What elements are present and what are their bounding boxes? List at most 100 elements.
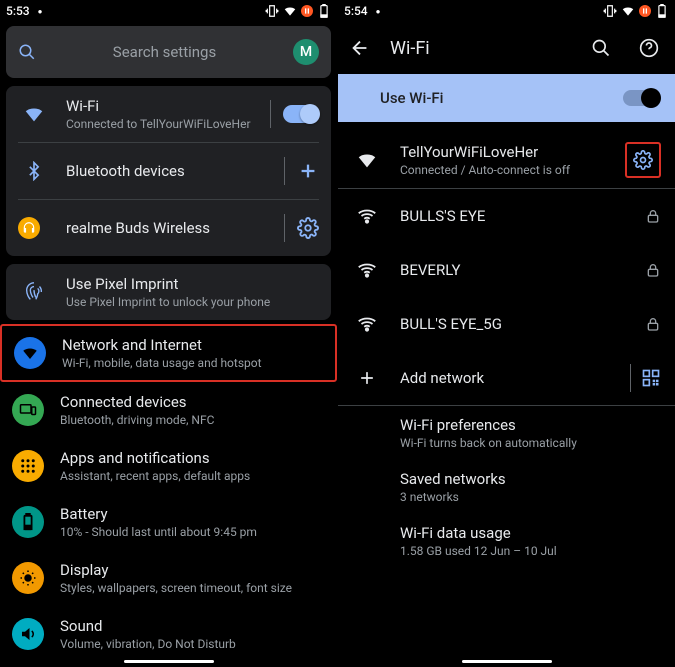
- pixel-imprint-row[interactable]: Use Pixel Imprint Use Pixel Imprint to u…: [6, 264, 331, 320]
- divider: [630, 364, 631, 392]
- wifi-icon: [352, 149, 382, 171]
- headphones-icon: [18, 217, 50, 239]
- status-bar: 5:53 ●: [0, 0, 337, 22]
- settings-item-battery[interactable]: Battery 10% - Should last until about 9:4…: [0, 494, 337, 550]
- add-network-row[interactable]: Add network: [338, 351, 675, 405]
- pause-icon: [301, 5, 313, 17]
- settings-item-title: Sound: [60, 617, 325, 635]
- settings-item-sub: Styles, wallpapers, screen timeout, font…: [60, 581, 325, 595]
- settings-item-sound[interactable]: Sound Volume, vibration, Do Not Disturb: [0, 606, 337, 662]
- wifi-toggle[interactable]: [283, 105, 319, 123]
- network-ssid: BULL'S EYE_5G: [400, 315, 645, 333]
- titlebar: Wi-Fi: [338, 22, 675, 74]
- network-settings-button[interactable]: [625, 142, 661, 178]
- wifi-icon: [18, 103, 50, 125]
- saved-networks-row[interactable]: Saved networks 3 networks: [338, 460, 675, 514]
- pause-icon: [639, 5, 651, 17]
- devices-icon: [12, 394, 44, 426]
- status-dot: ●: [38, 7, 43, 16]
- search-settings[interactable]: Search settings M: [6, 26, 331, 78]
- search-icon: [18, 43, 36, 61]
- wifi-icon: [14, 337, 46, 369]
- wifi-status-icon: [283, 4, 297, 18]
- battery-icon: [12, 506, 44, 538]
- pixel-title: Use Pixel Imprint: [66, 275, 319, 293]
- wifi-icon: [352, 259, 382, 281]
- network-ssid: BEVERLY: [400, 261, 645, 279]
- use-wifi-label: Use Wi-Fi: [380, 89, 623, 107]
- nav-bar[interactable]: [338, 660, 675, 663]
- settings-item-title: Network and Internet: [62, 336, 323, 354]
- network-ssid: BULLS'S EYE: [400, 207, 645, 225]
- lock-icon: [645, 262, 661, 278]
- settings-item-sub: Assistant, recent apps, default apps: [60, 469, 325, 483]
- pixel-sub: Use Pixel Imprint to unlock your phone: [66, 295, 319, 309]
- wifi-usage-row[interactable]: Wi-Fi data usage 1.58 GB used 12 Jun – 1…: [338, 514, 675, 568]
- avatar[interactable]: M: [293, 39, 319, 65]
- divider: [284, 157, 285, 185]
- vibrate-icon: [603, 4, 617, 18]
- help-icon[interactable]: [637, 36, 661, 60]
- sound-icon: [12, 618, 44, 650]
- connected-ssid: TellYourWiFiLoveHer: [400, 143, 625, 161]
- use-wifi-toggle[interactable]: [623, 90, 659, 106]
- nav-bar[interactable]: [0, 660, 337, 663]
- plus-icon: [352, 368, 382, 388]
- settings-item-display[interactable]: Display Styles, wallpapers, screen timeou…: [0, 550, 337, 606]
- settings-item-title: Battery: [60, 505, 325, 523]
- settings-item-devices[interactable]: Connected devices Bluetooth, driving mode…: [0, 382, 337, 438]
- plus-icon[interactable]: [297, 160, 319, 182]
- use-wifi-row[interactable]: Use Wi-Fi: [338, 74, 675, 122]
- connected-status: Connected / Auto-connect is off: [400, 163, 625, 177]
- page-title: Wi-Fi: [390, 38, 571, 59]
- connected-network-row[interactable]: TellYourWiFiLoveHer Connected / Auto-con…: [338, 132, 675, 188]
- wifi-row[interactable]: Wi-Fi Connected to TellYourWiFiLoveHer: [6, 86, 331, 142]
- wifi-network-row[interactable]: BEVERLY: [338, 243, 675, 297]
- apps-icon: [12, 450, 44, 482]
- saved-sub: 3 networks: [400, 490, 661, 504]
- settings-item-wifi[interactable]: Network and Internet Wi-Fi, mobile, data …: [0, 324, 337, 382]
- wifi-network-row[interactable]: BULLS'S EYE: [338, 189, 675, 243]
- settings-item-sub: Volume, vibration, Do Not Disturb: [60, 637, 325, 651]
- settings-item-apps[interactable]: Apps and notifications Assistant, recent …: [0, 438, 337, 494]
- saved-title: Saved networks: [400, 470, 661, 488]
- bluetooth-title: Bluetooth devices: [66, 162, 284, 180]
- settings-item-sub: Wi-Fi, mobile, data usage and hotspot: [62, 356, 323, 370]
- battery-icon: [317, 4, 331, 18]
- wifi-title: Wi-Fi: [66, 97, 270, 115]
- settings-item-title: Connected devices: [60, 393, 325, 411]
- wifi-icon: [352, 205, 382, 227]
- wifi-sub: Connected to TellYourWiFiLoveHer: [66, 117, 270, 131]
- lock-icon: [645, 316, 661, 332]
- add-network-label: Add network: [400, 369, 630, 387]
- bluetooth-row[interactable]: Bluetooth devices: [6, 143, 331, 199]
- wifi-prefs-row[interactable]: Wi-Fi preferences Wi-Fi turns back on au…: [338, 406, 675, 460]
- settings-item-title: Display: [60, 561, 325, 579]
- prefs-title: Wi-Fi preferences: [400, 416, 661, 434]
- realme-row[interactable]: realme Buds Wireless: [6, 200, 331, 256]
- divider: [270, 100, 271, 128]
- status-time: 5:54: [344, 4, 368, 18]
- qr-icon[interactable]: [641, 368, 661, 388]
- usage-sub: 1.58 GB used 12 Jun – 10 Jul: [400, 544, 661, 558]
- status-bar: 5:54 ●: [338, 0, 675, 22]
- realme-title: realme Buds Wireless: [66, 219, 284, 237]
- settings-item-title: Apps and notifications: [60, 449, 325, 467]
- settings-item-sub: Bluetooth, driving mode, NFC: [60, 413, 325, 427]
- divider: [284, 214, 285, 242]
- wifi-status-icon: [621, 4, 635, 18]
- vibrate-icon: [265, 4, 279, 18]
- fingerprint-icon: [18, 281, 50, 303]
- search-icon[interactable]: [589, 36, 613, 60]
- battery-icon: [655, 4, 669, 18]
- wifi-network-row[interactable]: BULL'S EYE_5G: [338, 297, 675, 351]
- wifi-icon: [352, 313, 382, 335]
- gear-icon[interactable]: [297, 217, 319, 239]
- usage-title: Wi-Fi data usage: [400, 524, 661, 542]
- settings-item-sub: 10% - Should last until about 9:45 pm: [60, 525, 325, 539]
- prefs-sub: Wi-Fi turns back on automatically: [400, 436, 661, 450]
- bluetooth-icon: [18, 161, 50, 181]
- search-placeholder: Search settings: [36, 43, 293, 61]
- display-icon: [12, 562, 44, 594]
- back-icon[interactable]: [348, 36, 372, 60]
